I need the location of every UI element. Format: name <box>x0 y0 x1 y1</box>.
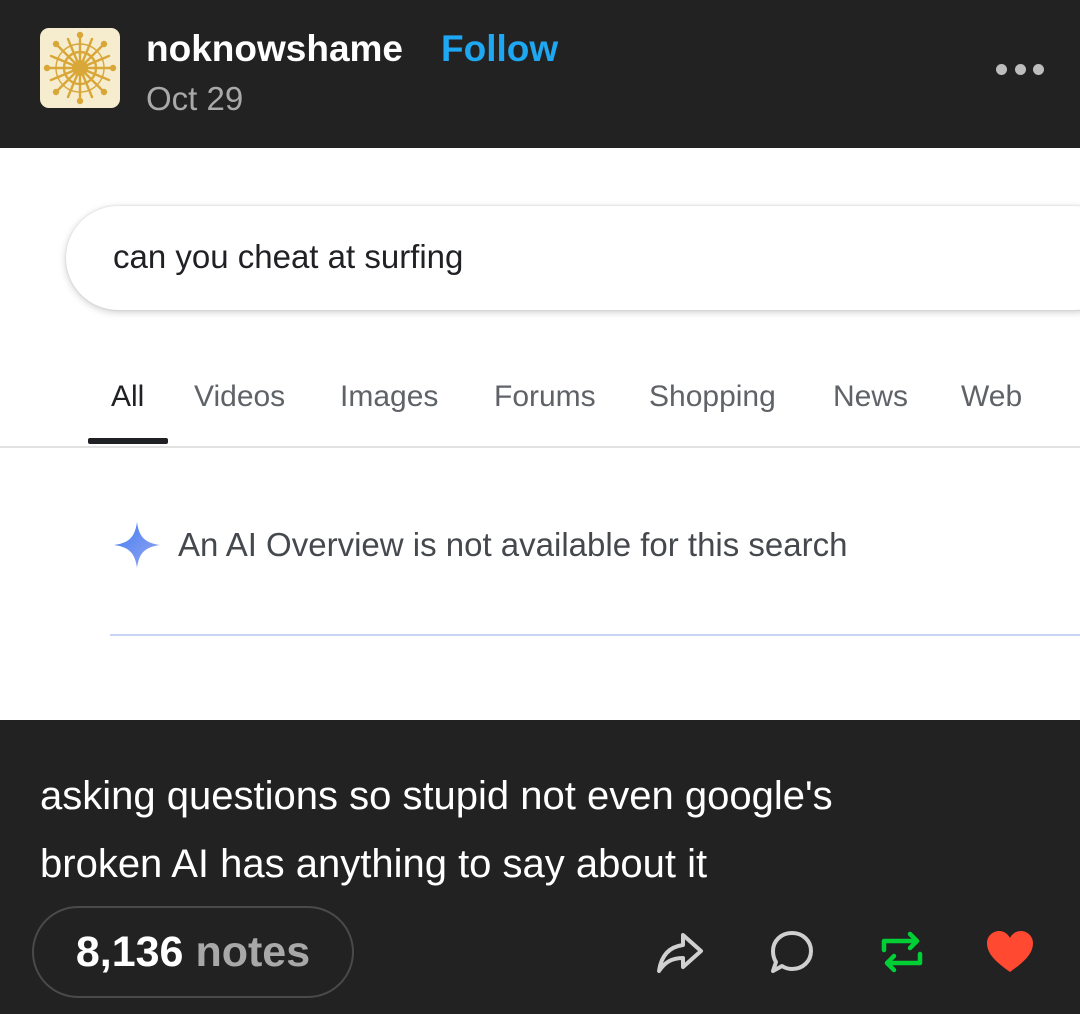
reblog-icon[interactable] <box>876 926 928 978</box>
notes-count: 8,136 <box>75 927 184 976</box>
heart-icon[interactable] <box>984 926 1036 978</box>
tab-all: All <box>111 380 145 413</box>
tab-shopping: Shopping <box>649 380 776 413</box>
ai-overview-divider <box>110 634 1080 636</box>
dot <box>1033 63 1044 75</box>
ai-overview-message: An AI Overview is not available for this… <box>178 526 848 563</box>
post-header: noknowshame Follow Oct 29 <box>0 0 1080 148</box>
post-caption: asking questions so stupid not even goog… <box>40 762 1050 898</box>
notes-label: notes <box>195 927 311 976</box>
post-date: Oct 29 <box>146 80 244 117</box>
username[interactable]: noknowshame <box>146 28 403 70</box>
tab-images: Images <box>340 380 439 413</box>
notes-button[interactable]: 8,136 notes <box>32 906 354 998</box>
share-icon[interactable] <box>654 926 706 978</box>
dot <box>996 63 1007 75</box>
caption-line: asking questions so stupid not even goog… <box>40 774 833 818</box>
ai-sparkle-icon <box>112 520 162 570</box>
active-tab-indicator <box>88 438 168 444</box>
tab-videos: Videos <box>194 380 286 413</box>
more-options-icon[interactable] <box>996 56 1044 82</box>
tabs-divider <box>0 446 1080 448</box>
avatar-emblem-icon <box>43 31 117 105</box>
avatar[interactable] <box>40 28 120 108</box>
tab-web: Web <box>961 380 1023 413</box>
tab-forums: Forums <box>494 380 596 413</box>
follow-button[interactable]: Follow <box>441 28 558 70</box>
dot <box>1014 63 1026 75</box>
tab-news: News <box>833 380 909 413</box>
search-screenshot-image: can you cheat at surfing All Videos Imag… <box>0 148 1080 720</box>
caption-line: broken AI has anything to say about it <box>40 842 708 886</box>
reply-icon[interactable] <box>766 926 818 978</box>
search-query: can you cheat at surfing <box>113 238 464 275</box>
search-box: can you cheat at surfing <box>66 206 1080 310</box>
